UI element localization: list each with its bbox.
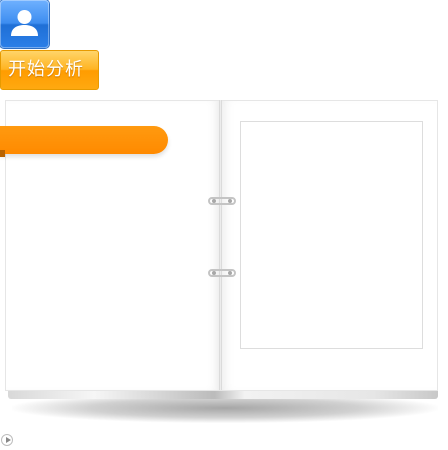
orange-ribbon-tab — [0, 126, 168, 154]
play-icon — [6, 437, 11, 443]
photo-frame — [240, 121, 423, 349]
book-spine — [219, 100, 222, 390]
start-analysis-button[interactable]: 开始分析 — [0, 50, 99, 90]
binder-ring-icon — [208, 197, 236, 205]
ribbon-fold — [0, 150, 5, 157]
play-button[interactable] — [1, 434, 13, 446]
user-icon — [11, 10, 38, 36]
user-avatar-button[interactable] — [0, 0, 49, 48]
binder-ring-icon — [208, 269, 236, 277]
